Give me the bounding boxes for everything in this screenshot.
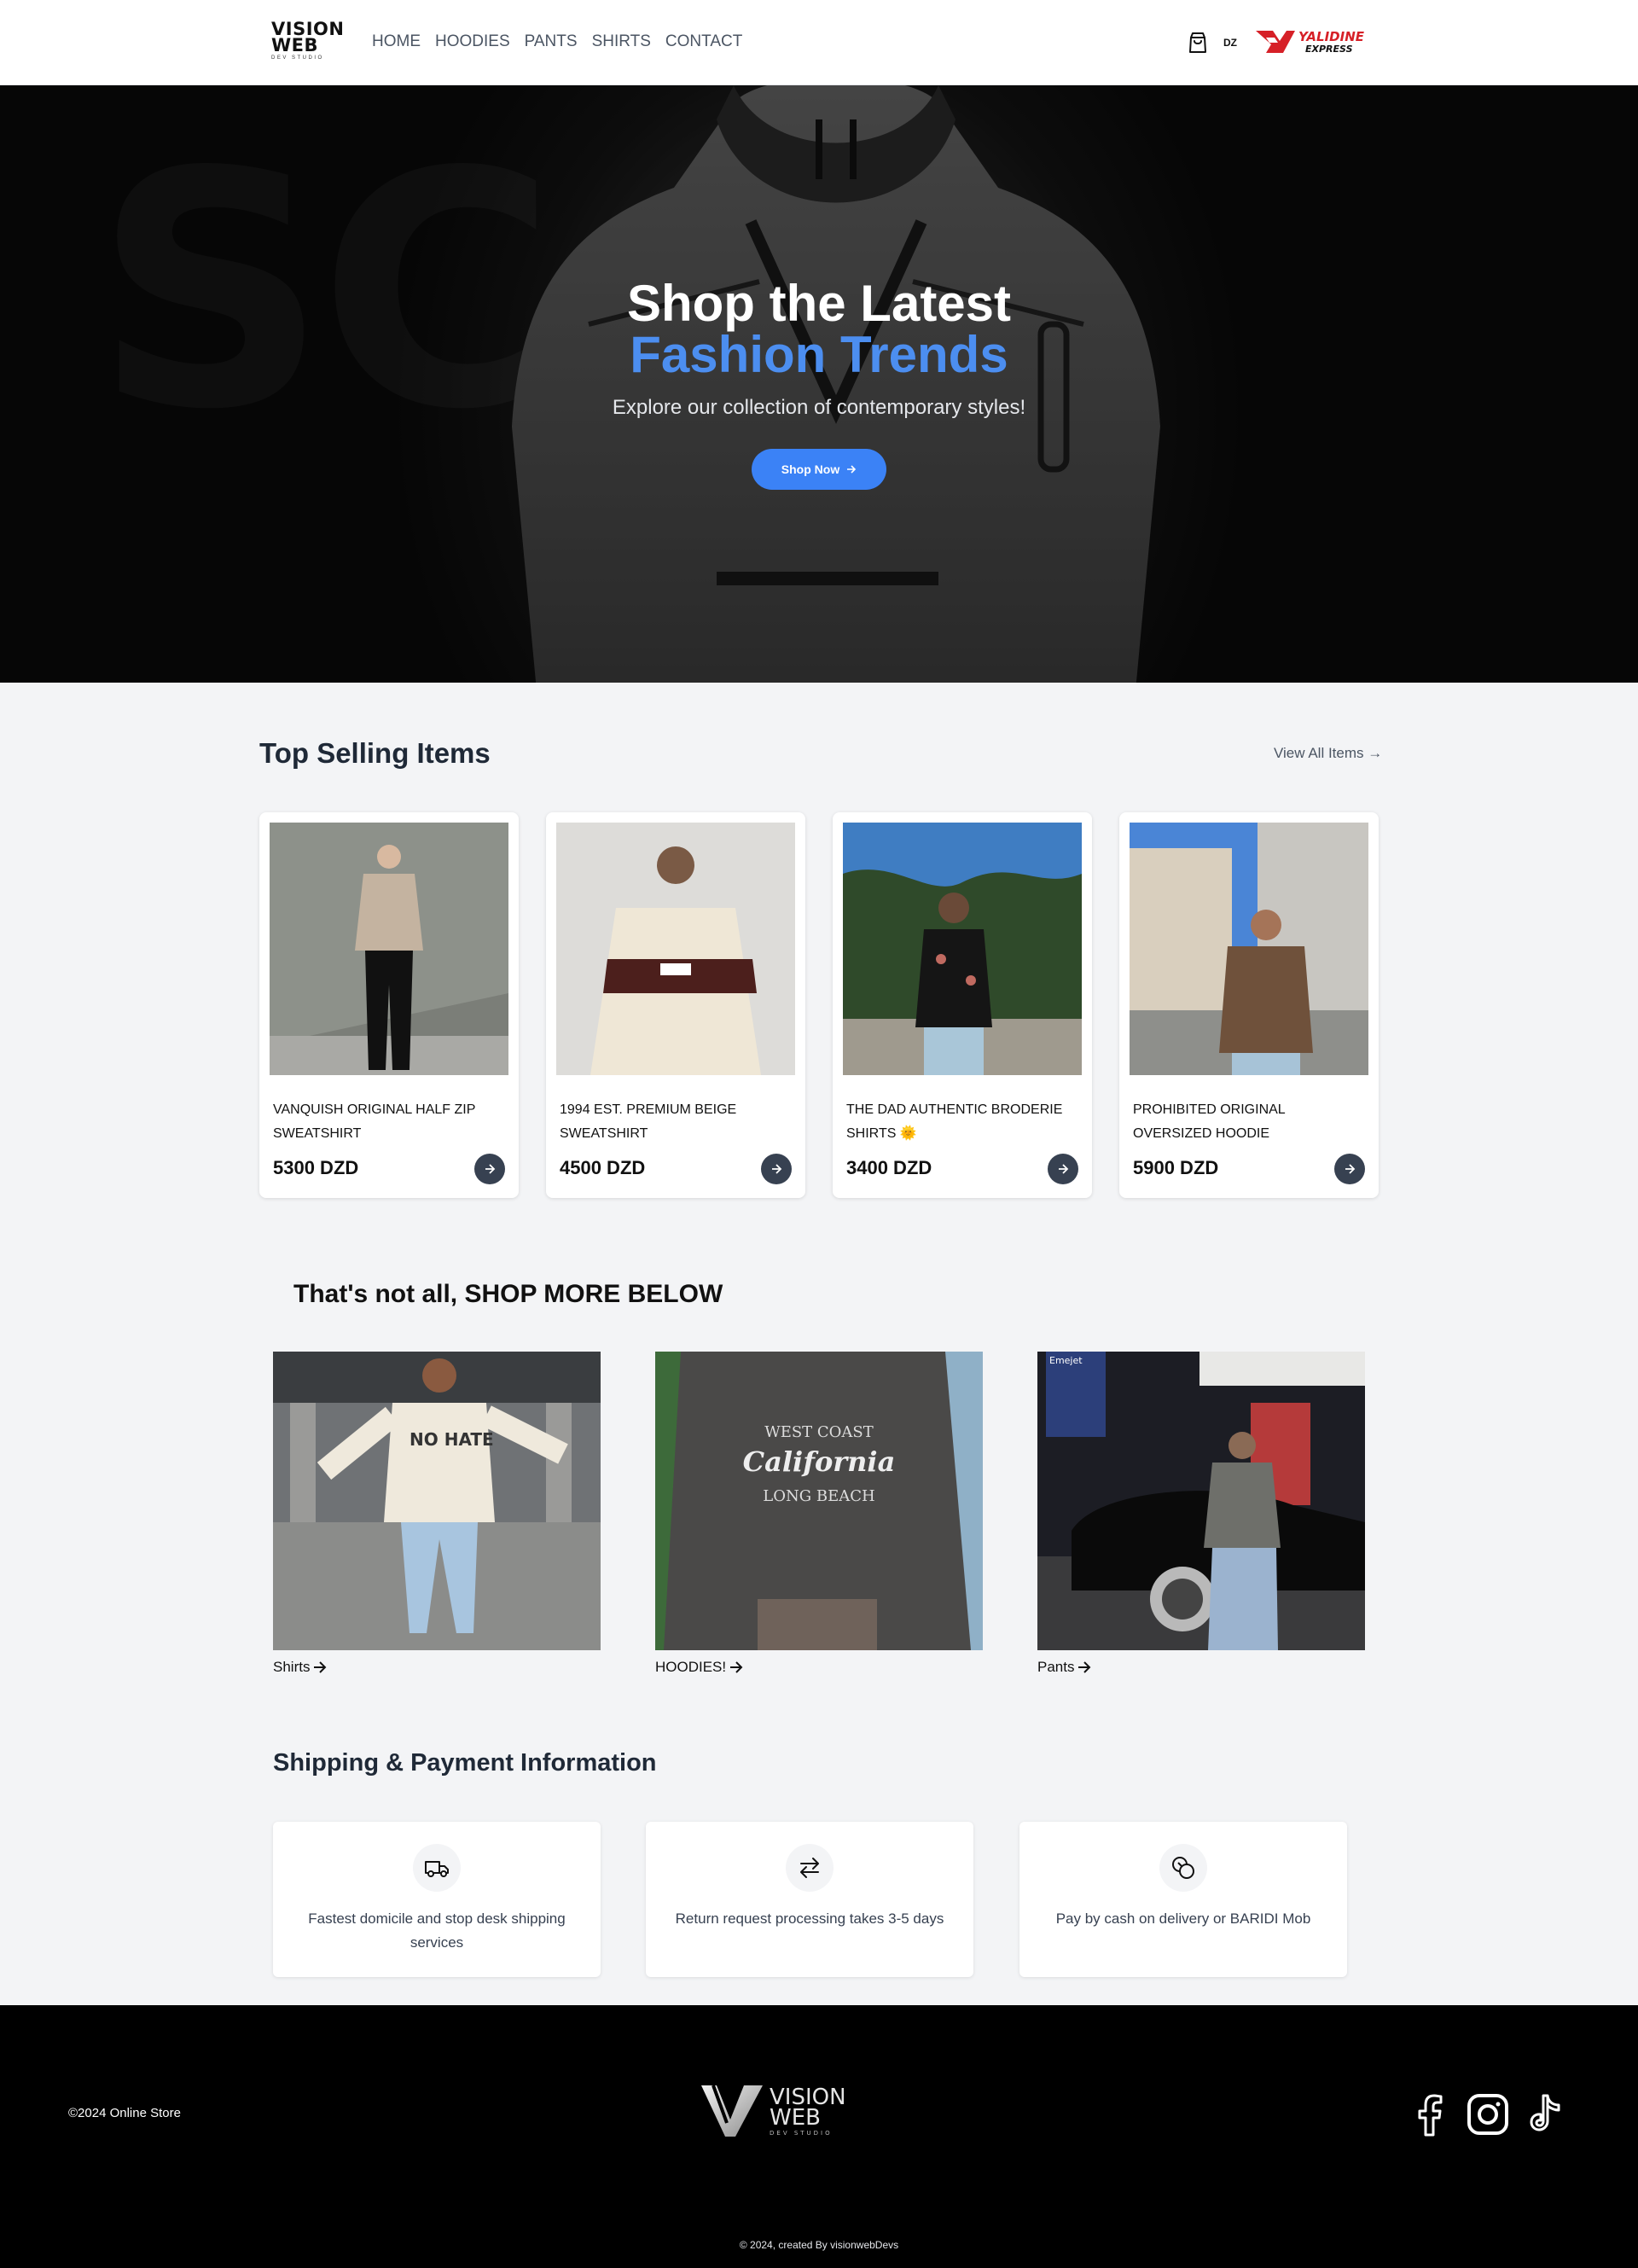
category-link-hoodies[interactable]: HOODIES! [655, 1659, 743, 1676]
shipping-title: Shipping & Payment Information [273, 1749, 657, 1777]
arrow-right-icon [772, 1164, 782, 1174]
hero-title-line2: Fashion Trends [630, 326, 1008, 383]
product-card[interactable]: 1994 EST. PREMIUM BEIGE SWEATSHIRT 4500 … [546, 812, 805, 1198]
product-card[interactable]: PROHIBITED ORIGINAL OVERSIZED HOODIE 590… [1119, 812, 1379, 1198]
hoodies-category-image: WEST COAST California LONG BEACH [655, 1352, 983, 1650]
product-price: 4500 DZD [560, 1157, 646, 1178]
shirts-category-image: NO HATE [273, 1352, 601, 1650]
shipping-info-card: Fastest domicile and stop desk shipping … [273, 1822, 601, 1977]
shopping-bag-icon[interactable] [1188, 32, 1208, 54]
category-link-shirts[interactable]: Shirts [273, 1659, 327, 1676]
category-label: Shirts [273, 1659, 311, 1675]
tiktok-icon[interactable] [1525, 2092, 1570, 2137]
street-sign-text: Emejet [1049, 1355, 1083, 1366]
category-tile-pants[interactable]: Emejet [1037, 1352, 1365, 1650]
nav-shirts[interactable]: SHIRTS [592, 32, 651, 51]
footer-brand-logo[interactable]: VISION WEB DEV STUDIO [701, 2082, 860, 2140]
site-footer: ©2024 Online Store VISION WEB DEV STUDIO… [0, 2005, 1638, 2268]
category-link-pants[interactable]: Pants [1037, 1659, 1091, 1676]
view-product-button[interactable] [474, 1154, 505, 1184]
arrows-exchange-icon [786, 1844, 834, 1892]
category-tile-shirts[interactable]: NO HATE [273, 1352, 601, 1650]
product-image [270, 823, 508, 1075]
returns-info-card: Return request processing takes 3-5 days [646, 1822, 973, 1977]
product-name: 1994 EST. PREMIUM BEIGE SWEATSHIRT [560, 1102, 737, 1141]
product-image [1130, 823, 1368, 1075]
tee-print-text: NO HATE [410, 1429, 494, 1450]
yalidine-express-logo: YALIDINE EXPRESS [1256, 29, 1365, 55]
arrow-right-icon [1345, 1164, 1356, 1174]
category-tile-hoodies[interactable]: WEST COAST California LONG BEACH [655, 1352, 983, 1650]
view-product-button[interactable] [761, 1154, 792, 1184]
partner-sub: EXPRESS [1305, 44, 1353, 55]
coins-icon [1159, 1844, 1207, 1892]
hero-overlay [0, 85, 1638, 683]
category-label: Pants [1037, 1659, 1075, 1675]
logo-line2: WEB [271, 35, 319, 55]
nav-pants[interactable]: PANTS [525, 32, 578, 51]
pants-category-image: Emejet [1037, 1352, 1365, 1650]
product-image [843, 823, 1082, 1075]
top-selling-title: Top Selling Items [259, 737, 491, 769]
product-price: 5300 DZD [273, 1157, 359, 1178]
nav-home[interactable]: HOME [372, 32, 421, 51]
payment-info-text: Pay by cash on delivery or BARIDI Mob [1055, 1910, 1311, 1927]
shop-now-label: Shop Now [781, 462, 840, 476]
product-image [556, 823, 795, 1075]
footer-credit: © 2024, created By visionwebDevs [739, 2239, 899, 2251]
shop-now-button[interactable]: Shop Now [752, 449, 886, 490]
logo-tagline: DEV STUDIO [271, 55, 324, 61]
hero-title-line1: Shop the Latest [626, 275, 1012, 332]
payment-info-card: Pay by cash on delivery or BARIDI Mob [1019, 1822, 1347, 1977]
view-all-link[interactable]: View All Items → [1274, 745, 1382, 762]
hoodie-print-line3: LONG BEACH [763, 1487, 874, 1505]
nav-hoodies[interactable]: HOODIES [435, 32, 510, 51]
shipping-info-text: Fastest domicile and stop desk shipping … [308, 1910, 566, 1951]
arrow-right-icon [730, 1661, 743, 1673]
footer-logo-tagline: DEV STUDIO [770, 2130, 833, 2137]
hoodie-print-line1: WEST COAST [764, 1423, 874, 1441]
view-product-button[interactable] [1334, 1154, 1365, 1184]
arrow-right-icon [1078, 1661, 1091, 1673]
shop-more-title: That's not all, SHOP MORE BELOW [293, 1280, 723, 1308]
main-nav: HOME HOODIES PANTS SHIRTS CONTACT [372, 32, 742, 51]
region-label[interactable]: DZ [1223, 37, 1237, 49]
view-product-button[interactable] [1048, 1154, 1078, 1184]
returns-info-text: Return request processing takes 3-5 days [675, 1910, 944, 1927]
arrow-right-icon [847, 465, 857, 474]
instagram-icon[interactable] [1466, 2092, 1510, 2137]
product-price: 5900 DZD [1133, 1157, 1219, 1178]
footer-copyright: ©2024 Online Store [68, 2106, 181, 2120]
hero-banner: SC Shop the Latest Fashion Trends Explor… [0, 85, 1638, 683]
arrow-right-icon [1059, 1164, 1069, 1174]
product-card[interactable]: THE DAD AUTHENTIC BRODERIE SHIRTS 🌞 3400… [833, 812, 1092, 1198]
truck-icon [413, 1844, 461, 1892]
hoodie-print-line2: California [743, 1445, 896, 1478]
product-name: THE DAD AUTHENTIC BRODERIE SHIRTS 🌞 [846, 1102, 1063, 1141]
product-price: 3400 DZD [846, 1157, 932, 1178]
site-header: VISION WEB DEV STUDIO HOME HOODIES PANTS… [0, 0, 1638, 85]
hero-subtitle: Explore our collection of contemporary s… [612, 396, 1026, 419]
product-name: VANQUISH ORIGINAL HALF ZIP SWEATSHIRT [273, 1102, 476, 1141]
facebook-icon[interactable] [1408, 2092, 1452, 2137]
partner-name: YALIDINE [1298, 29, 1365, 44]
arrow-right-icon [314, 1661, 327, 1673]
category-label: HOODIES! [655, 1659, 727, 1675]
nav-contact[interactable]: CONTACT [665, 32, 742, 51]
arrow-right-icon [485, 1164, 496, 1174]
footer-logo-line2: WEB [770, 2105, 821, 2131]
product-name: PROHIBITED ORIGINAL OVERSIZED HOODIE [1133, 1102, 1286, 1141]
product-card[interactable]: VANQUISH ORIGINAL HALF ZIP SWEATSHIRT 53… [259, 812, 519, 1198]
brand-logo[interactable]: VISION WEB DEV STUDIO [271, 20, 344, 62]
